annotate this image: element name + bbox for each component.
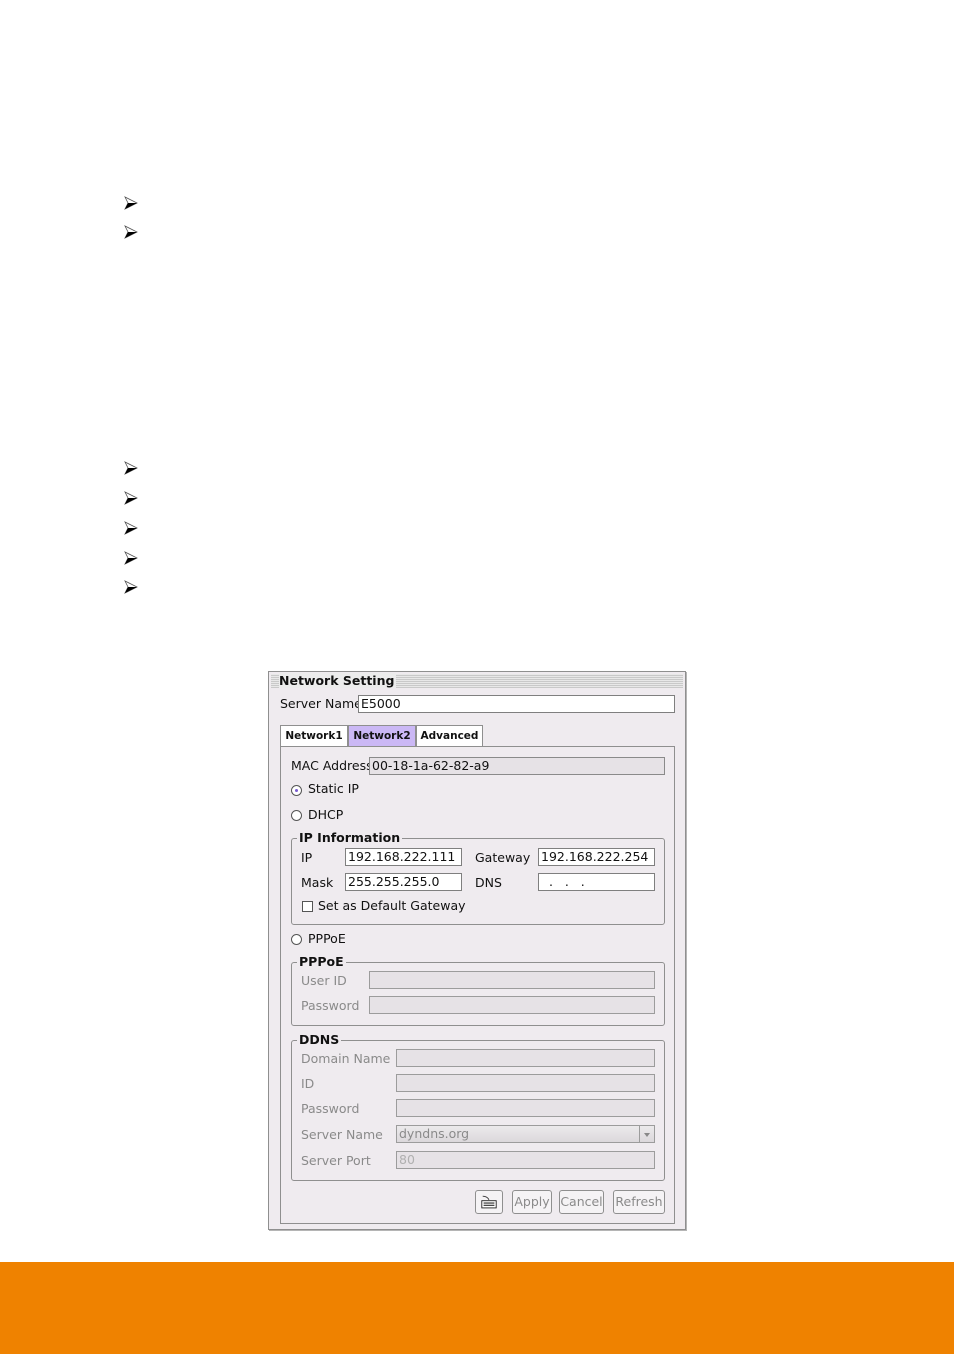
ip-label: IP (301, 850, 313, 865)
dialog-title-bar: Network Setting (271, 673, 683, 688)
ddns-domain-input[interactable] (396, 1049, 655, 1067)
default-gateway-checkbox[interactable] (302, 901, 313, 912)
static-ip-radio[interactable] (291, 785, 302, 796)
tab-network2[interactable]: Network2 (348, 725, 416, 746)
arrow-bullet-icon (124, 580, 138, 594)
arrow-bullet-icon (124, 225, 138, 239)
mac-address-label: MAC Address (291, 758, 373, 773)
pppoe-group-title: PPPoE (297, 954, 346, 970)
static-ip-label[interactable]: Static IP (308, 781, 359, 796)
dialog-title: Network Setting (279, 673, 397, 688)
pppoe-radio[interactable] (291, 934, 302, 945)
ddns-server-port-input[interactable]: 80 (396, 1151, 655, 1169)
ip-input[interactable]: 192.168.222.111 (345, 848, 462, 866)
ddns-server-name-label: Server Name (301, 1127, 383, 1142)
chevron-down-icon[interactable] (639, 1126, 654, 1142)
ddns-domain-label: Domain Name (301, 1051, 391, 1066)
apply-button[interactable]: Apply (512, 1190, 552, 1214)
arrow-bullet-icon (124, 551, 138, 565)
arrow-bullet-icon (124, 491, 138, 505)
ddns-password-label: Password (301, 1101, 360, 1116)
keyboard-icon (481, 1195, 497, 1209)
dhcp-radio[interactable] (291, 810, 302, 821)
ddns-id-input[interactable] (396, 1074, 655, 1092)
tab-advanced[interactable]: Advanced (416, 725, 483, 746)
pppoe-password-label: Password (301, 998, 360, 1013)
refresh-button[interactable]: Refresh (613, 1190, 665, 1214)
server-name-input[interactable]: E5000 (358, 695, 675, 713)
gateway-input[interactable]: 192.168.222.254 (538, 848, 655, 866)
ddns-server-name-select[interactable]: dyndns.org (396, 1125, 655, 1143)
pppoe-password-input[interactable] (369, 996, 655, 1014)
pppoe-user-id-label: User ID (301, 973, 347, 988)
ddns-password-input[interactable] (396, 1099, 655, 1117)
gateway-label: Gateway (475, 850, 531, 865)
server-name-label: Server Name (280, 696, 362, 711)
pppoe-radio-label[interactable]: PPPoE (308, 931, 346, 946)
cancel-button[interactable]: Cancel (559, 1190, 604, 1214)
ddns-server-name-value: dyndns.org (399, 1126, 470, 1141)
dns-input[interactable]: . . . (538, 873, 655, 891)
arrow-bullet-icon (124, 196, 138, 210)
default-gateway-label[interactable]: Set as Default Gateway (318, 898, 466, 913)
ddns-server-port-label: Server Port (301, 1153, 371, 1168)
mac-address-field: 00-18-1a-62-82-a9 (369, 757, 665, 775)
tab-network1[interactable]: Network1 (280, 725, 348, 746)
ip-information-title: IP Information (297, 830, 403, 846)
keyboard-button[interactable] (475, 1190, 503, 1214)
dhcp-label[interactable]: DHCP (308, 807, 343, 822)
arrow-bullet-icon (124, 461, 138, 475)
mask-label: Mask (301, 875, 334, 890)
ddns-id-label: ID (301, 1076, 315, 1091)
dns-label: DNS (475, 875, 502, 890)
ddns-group-title: DDNS (297, 1032, 342, 1048)
arrow-bullet-icon (124, 521, 138, 535)
pppoe-user-id-input[interactable] (369, 971, 655, 989)
mask-input[interactable]: 255.255.255.0 (345, 873, 462, 891)
footer-band (0, 1262, 954, 1354)
